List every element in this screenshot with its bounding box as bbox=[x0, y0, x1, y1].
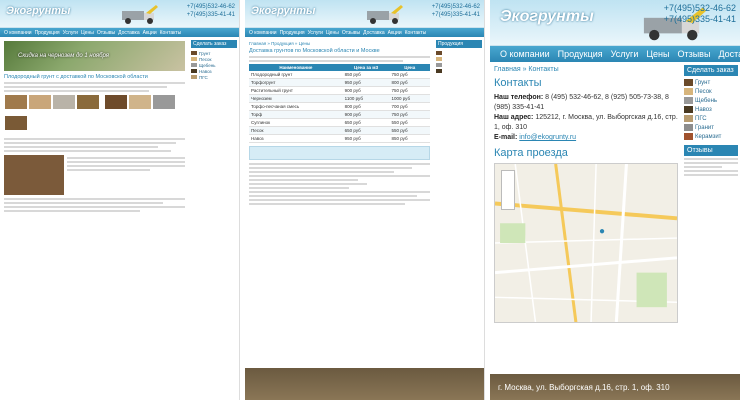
sidebar: Продукция bbox=[434, 37, 484, 211]
main-nav: О компании Продукция Услуги Цены Отзывы … bbox=[0, 28, 239, 37]
nav-reviews[interactable]: Отзывы bbox=[97, 30, 115, 36]
table-row: Торфо-песчаная смесь 800 руб 700 руб bbox=[249, 102, 430, 111]
price-table: Наименование Цена за м3 Цена Плодородный г… bbox=[249, 64, 430, 143]
site-header: Экогрунты +7(495)532-46-62 +7(495)335-41-… bbox=[245, 0, 484, 28]
table-row: Плодородный грунт 850 руб 750 руб bbox=[249, 71, 430, 79]
breadcrumb[interactable]: Главная » Продукция » Цены bbox=[249, 41, 430, 46]
nav-services[interactable]: Услуги bbox=[308, 30, 323, 36]
table-row: Навоз 950 руб 850 руб bbox=[249, 134, 430, 143]
map-roads bbox=[495, 164, 677, 322]
nav-services[interactable]: Услуги bbox=[63, 30, 78, 36]
main-nav: О компании Продукция Услуги Цены Отзывы … bbox=[245, 28, 484, 37]
product-thumb[interactable] bbox=[5, 116, 27, 130]
footer-address: г. Москва, ул. Выборгская д.16, стр. 1, … bbox=[498, 383, 670, 392]
sidebar-item[interactable] bbox=[436, 68, 482, 74]
product-thumb[interactable] bbox=[77, 95, 99, 109]
sidebar-item[interactable]: Песок bbox=[684, 87, 738, 96]
product-thumb[interactable] bbox=[29, 95, 51, 109]
table-row: Торфогрунт 950 руб 800 руб bbox=[249, 78, 430, 87]
product-thumb[interactable] bbox=[153, 95, 176, 109]
dump-truck-icon bbox=[367, 5, 403, 24]
screenshot-collage: Экогрунты +7(495)532-46-62 +7(495)335-41-… bbox=[0, 0, 740, 400]
nav-prices[interactable]: Цены bbox=[646, 49, 669, 59]
nav-about[interactable]: О компании bbox=[500, 49, 550, 59]
nav-delivery[interactable]: Доставка bbox=[718, 49, 740, 59]
footer-ground bbox=[245, 368, 484, 400]
dump-truck-icon bbox=[122, 5, 158, 24]
sidebar: Сделать заказ Грунт Песок Щебень Навоз П… bbox=[189, 37, 239, 218]
notice-box bbox=[249, 146, 430, 160]
nav-delivery[interactable]: Доставка bbox=[118, 30, 139, 36]
site-header: Экогрунты +7(495)532-46-62 +7(495)335-41-… bbox=[0, 0, 239, 28]
nav-contacts[interactable]: Контакты bbox=[160, 30, 182, 36]
sidebar-title: Продукция bbox=[436, 40, 482, 48]
nav-prices[interactable]: Цены bbox=[81, 30, 94, 36]
contact-info: Наш телефон: 8 (495) 532-46-62, 8 (925) … bbox=[494, 94, 678, 141]
header-phones: +7(495)532-46-62 +7(495)335-41-41 bbox=[431, 4, 480, 18]
sidebar-item[interactable]: ПГС bbox=[191, 74, 237, 80]
nav-products[interactable]: Продукция bbox=[558, 49, 603, 59]
product-thumb[interactable] bbox=[129, 95, 152, 109]
product-thumb[interactable] bbox=[5, 95, 27, 109]
map-zoom-control[interactable] bbox=[501, 170, 515, 210]
nav-promo[interactable]: Акции bbox=[143, 30, 157, 36]
main-nav: О компании Продукция Услуги Цены Отзывы … bbox=[490, 46, 740, 62]
nav-promo[interactable]: Акции bbox=[388, 30, 402, 36]
table-row: Суглинок 650 руб 550 руб bbox=[249, 118, 430, 127]
table-row: Торф 900 руб 750 руб bbox=[249, 110, 430, 119]
nav-products[interactable]: Продукция bbox=[35, 30, 60, 36]
sidebar-item[interactable]: Щебень bbox=[684, 96, 738, 105]
site-logo[interactable]: Экогрунты bbox=[500, 8, 594, 26]
yandex-map[interactable]: ● bbox=[494, 163, 678, 323]
nav-services[interactable]: Услуги bbox=[611, 49, 639, 59]
homepage-panel: Экогрунты +7(495)532-46-62 +7(495)335-41-… bbox=[0, 0, 240, 400]
nav-reviews[interactable]: Отзывы bbox=[342, 30, 360, 36]
product-thumb[interactable] bbox=[105, 95, 128, 109]
sidebar-item[interactable]: Грунт bbox=[684, 78, 738, 87]
header-phones: +7(495)532-46-62 +7(495)335-41-41 bbox=[663, 3, 736, 24]
sidebar-item[interactable]: Гранит bbox=[684, 123, 738, 132]
email-link[interactable]: info@ekogrunty.ru bbox=[519, 134, 576, 141]
site-header: Экогрунты +7(495)532-46-62 +7(495)335-41-… bbox=[490, 0, 740, 46]
nav-products[interactable]: Продукция bbox=[280, 30, 305, 36]
table-row: Песок 650 руб 550 руб bbox=[249, 126, 430, 135]
promo-banner[interactable]: Скидка на чернозем до 1 ноября bbox=[4, 41, 185, 71]
sidebar-item[interactable]: Керамзит bbox=[684, 132, 738, 141]
header-phones: +7(495)532-46-62 +7(495)335-41-41 bbox=[186, 4, 235, 18]
sidebar-item[interactable]: ПГС bbox=[684, 114, 738, 123]
sidebar: Сделать заказ Грунт Песок Щебень Навоз П… bbox=[682, 62, 740, 327]
footer-ground: г. Москва, ул. Выборгская д.16, стр. 1, … bbox=[490, 374, 740, 400]
nav-prices[interactable]: Цены bbox=[326, 30, 339, 36]
site-logo[interactable]: Экогрунты bbox=[251, 5, 315, 17]
nav-contacts[interactable]: Контакты bbox=[405, 30, 427, 36]
table-row: Растительный грунт 900 руб 750 руб bbox=[249, 86, 430, 95]
main-content: Главная » Продукция » Цены Доставка грун… bbox=[245, 37, 434, 211]
map-pin-icon[interactable]: ● bbox=[599, 226, 605, 237]
page-heading: Плодородный грунт с доставкой по Московс… bbox=[4, 74, 148, 80]
contacts-panel: Экогрунты +7(495)532-46-62 +7(495)335-41-… bbox=[490, 0, 740, 400]
site-logo[interactable]: Экогрунты bbox=[6, 5, 70, 17]
content-photo bbox=[4, 155, 64, 195]
breadcrumb[interactable]: Главная » Контакты bbox=[494, 66, 678, 73]
nav-about[interactable]: О компании bbox=[249, 30, 277, 36]
nav-about[interactable]: О компании bbox=[4, 30, 32, 36]
product-thumb[interactable] bbox=[53, 95, 75, 109]
main-content: Главная » Контакты Контакты Наш телефон:… bbox=[490, 62, 682, 327]
sidebar-item[interactable]: Навоз bbox=[684, 105, 738, 114]
prices-panel: Экогрунты +7(495)532-46-62 +7(495)335-41-… bbox=[245, 0, 485, 400]
nav-delivery[interactable]: Доставка bbox=[363, 30, 384, 36]
sidebar-title: Сделать заказ bbox=[191, 40, 237, 48]
page-title: Контакты bbox=[494, 77, 542, 89]
map-title: Карта проезда bbox=[494, 147, 568, 159]
main-content: Скидка на чернозем до 1 ноября Плодородн… bbox=[0, 37, 189, 218]
table-row: Чернозем 1100 руб 1000 руб bbox=[249, 94, 430, 103]
reviews-title: Отзывы bbox=[684, 145, 738, 156]
nav-reviews[interactable]: Отзывы bbox=[677, 49, 710, 59]
page-title: Доставка грунтов по Московской области и… bbox=[249, 48, 380, 54]
product-thumbs bbox=[4, 94, 185, 136]
sidebar-title: Сделать заказ bbox=[684, 65, 738, 76]
